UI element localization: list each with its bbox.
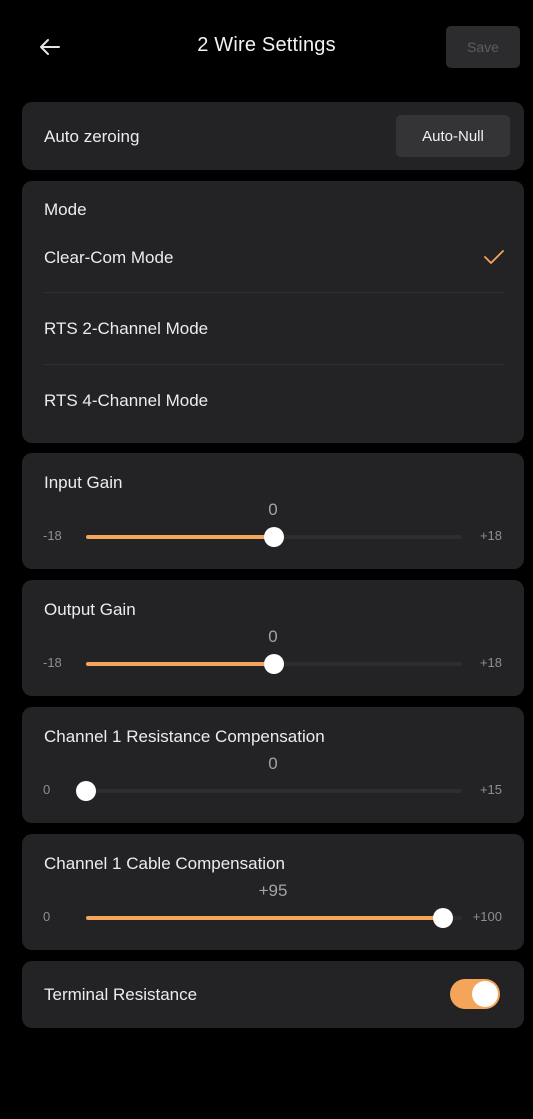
slider-thumb[interactable] xyxy=(76,781,96,801)
slider-thumb[interactable] xyxy=(264,654,284,674)
slider-thumb[interactable] xyxy=(433,908,454,928)
output-gain-slider[interactable] xyxy=(86,654,462,674)
toggle-knob xyxy=(472,981,498,1007)
slider-max-label: +100 xyxy=(472,909,502,924)
terminal-resistance-label: Terminal Resistance xyxy=(44,985,198,1004)
mode-option-rts-2-channel[interactable]: RTS 2-Channel Mode xyxy=(22,293,524,365)
mode-option-label: Clear-Com Mode xyxy=(44,248,174,267)
resistance-compensation-slider[interactable] xyxy=(76,781,462,801)
mode-option-clear-com[interactable]: Clear-Com Mode xyxy=(22,221,524,293)
auto-null-button[interactable]: Auto-Null xyxy=(396,115,510,157)
mode-option-label: RTS 2-Channel Mode xyxy=(44,319,209,338)
slider-value: 0 xyxy=(268,627,278,646)
slider-max-label: +15 xyxy=(479,782,502,797)
output-gain-card: Output Gain 0 -18 +18 xyxy=(22,580,524,696)
resistance-compensation-card: Channel 1 Resistance Compensation 0 0 +1… xyxy=(22,707,524,823)
slider-fill xyxy=(86,916,444,920)
auto-zeroing-card: Auto zeroing Auto-Null xyxy=(22,102,524,170)
slider-max-label: +18 xyxy=(479,528,502,543)
slider-min-label: 0 xyxy=(43,782,51,797)
slider-value: +95 xyxy=(258,881,288,900)
slider-min-label: -18 xyxy=(43,655,62,670)
slider-min-label: 0 xyxy=(43,909,51,924)
terminal-resistance-toggle[interactable] xyxy=(450,979,500,1009)
slider-label: Output Gain xyxy=(44,600,136,619)
checkmark-icon xyxy=(484,250,504,264)
slider-max-label: +18 xyxy=(479,655,502,670)
slider-fill xyxy=(86,535,274,539)
slider-thumb[interactable] xyxy=(264,527,284,547)
mode-label: Mode xyxy=(44,200,87,219)
auto-zeroing-label: Auto zeroing xyxy=(44,127,140,146)
cable-compensation-slider[interactable] xyxy=(86,908,462,928)
slider-label: Channel 1 Cable Compensation xyxy=(44,854,285,873)
terminal-resistance-card: Terminal Resistance xyxy=(22,961,524,1028)
slider-value: 0 xyxy=(268,500,278,519)
input-gain-slider[interactable] xyxy=(86,527,462,547)
mode-option-rts-4-channel[interactable]: RTS 4-Channel Mode xyxy=(22,365,524,437)
mode-option-label: RTS 4-Channel Mode xyxy=(44,391,209,410)
slider-fill xyxy=(86,662,274,666)
mode-card: Mode Clear-Com Mode RTS 2-Channel Mode R… xyxy=(22,181,524,443)
slider-min-label: -18 xyxy=(43,528,62,543)
slider-label: Input Gain xyxy=(44,473,123,492)
save-button[interactable]: Save xyxy=(446,26,520,68)
input-gain-card: Input Gain 0 -18 +18 xyxy=(22,453,524,569)
slider-value: 0 xyxy=(268,754,278,773)
top-bar: 2 Wire Settings Save xyxy=(0,0,533,95)
slider-label: Channel 1 Resistance Compensation xyxy=(44,727,325,746)
cable-compensation-card: Channel 1 Cable Compensation +95 0 +100 xyxy=(22,834,524,950)
